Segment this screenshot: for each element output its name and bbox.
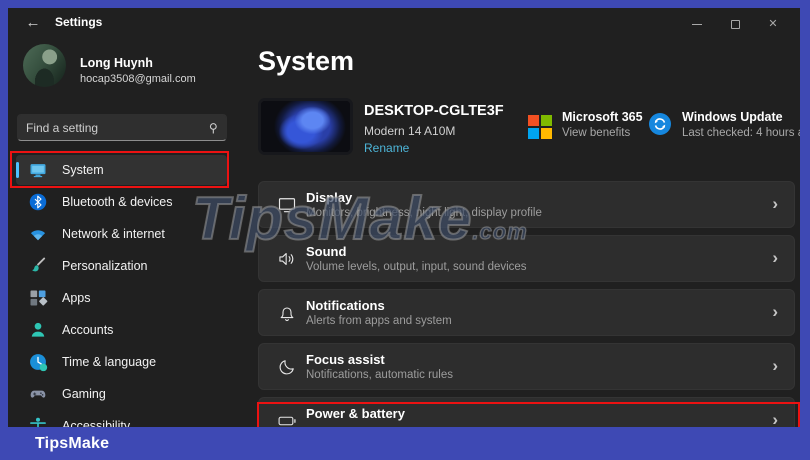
settings-card-sound[interactable]: Sound Volume levels, output, input, soun… — [258, 235, 795, 282]
maximize-icon — [730, 19, 740, 29]
device-thumbnail — [258, 98, 353, 155]
sidebar-item-label: Apps — [62, 291, 91, 305]
search-input[interactable]: Find a setting ⚲ — [17, 114, 227, 141]
microsoft-365-title: Microsoft 365 — [562, 110, 643, 124]
card-title: Sound — [306, 244, 347, 259]
sidebar-item-label: Bluetooth & devices — [62, 195, 173, 209]
bluetooth-icon — [28, 192, 48, 212]
chevron-right-icon: › — [772, 302, 778, 321]
system-icon — [28, 160, 48, 180]
card-title: Notifications — [306, 298, 385, 313]
window-controls: ✕ — [678, 12, 792, 36]
sidebar-item-accounts[interactable]: Accounts — [16, 315, 227, 345]
accessibility-icon — [28, 416, 48, 427]
view-benefits-link[interactable]: View benefits — [562, 127, 643, 139]
search-icon: ⚲ — [209, 120, 218, 135]
chevron-right-icon: › — [772, 194, 778, 213]
apps-icon — [28, 288, 48, 308]
card-title: Display — [306, 190, 353, 205]
close-icon: ✕ — [768, 17, 778, 30]
page-title: System — [258, 46, 355, 76]
windows-update-block[interactable]: Windows Update Last checked: 4 hours ago — [648, 110, 800, 139]
power-battery-icon — [277, 411, 297, 427]
sidebar-item-personalization[interactable]: Personalization — [16, 251, 227, 281]
sidebar-item-label: Time & language — [62, 355, 157, 369]
sidebar-item-label: Accounts — [62, 323, 114, 337]
notifications-icon — [277, 303, 297, 323]
card-subtitle: Alerts from apps and system — [306, 315, 452, 327]
sidebar-item-label: Gaming — [62, 387, 106, 401]
card-subtitle: Notifications, automatic rules — [306, 369, 454, 381]
chevron-right-icon: › — [772, 356, 778, 375]
sidebar-item-network-internet[interactable]: Network & internet — [16, 219, 227, 249]
focus-assist-icon — [277, 357, 297, 377]
titlebar: ← Settings ✕ — [8, 8, 800, 38]
settings-window: ← Settings ✕ Long Huynh hocap3508@gmail.… — [8, 8, 800, 427]
rename-link[interactable]: Rename — [364, 141, 409, 155]
sound-icon — [277, 249, 297, 269]
windows-update-status: Last checked: 4 hours ago — [682, 127, 800, 139]
gaming-icon — [28, 384, 48, 404]
maximize-button[interactable] — [716, 12, 754, 36]
avatar[interactable] — [23, 44, 66, 87]
minimize-button[interactable] — [678, 12, 716, 36]
settings-card-focus-assist[interactable]: Focus assist Notifications, automatic ru… — [258, 343, 795, 390]
sidebar-item-system[interactable]: System — [16, 155, 227, 185]
sidebar-nav: System Bluetooth & devices Network & int… — [16, 155, 227, 427]
settings-card-power-battery[interactable]: Power & battery › — [258, 397, 795, 427]
card-title: Focus assist — [306, 352, 385, 367]
card-title: Power & battery — [306, 406, 405, 421]
settings-card-list: Display Monitors, brightness, night ligh… — [258, 181, 795, 427]
window-title: Settings — [55, 15, 103, 29]
search-placeholder: Find a setting — [26, 120, 99, 135]
card-subtitle: Monitors, brightness, night light, displ… — [306, 207, 542, 219]
sidebar-item-label: Network & internet — [62, 227, 165, 241]
close-button[interactable]: ✕ — [754, 12, 792, 36]
card-subtitle: Volume levels, output, input, sound devi… — [306, 261, 527, 273]
footer-bar: TipsMake — [0, 427, 810, 460]
device-name: DESKTOP-CGLTE3F — [364, 103, 504, 119]
network-icon — [28, 224, 48, 244]
sidebar-item-bluetooth-devices[interactable]: Bluetooth & devices — [16, 187, 227, 217]
chevron-right-icon: › — [772, 248, 778, 267]
sidebar-item-time-language[interactable]: Time & language — [16, 347, 227, 377]
sidebar-item-gaming[interactable]: Gaming — [16, 379, 227, 409]
settings-card-display[interactable]: Display Monitors, brightness, night ligh… — [258, 181, 795, 228]
user-email: hocap3508@gmail.com — [80, 73, 196, 85]
sidebar-item-label: Accessibility — [62, 419, 131, 427]
bloom-wallpaper — [261, 101, 350, 152]
sidebar-item-label: Personalization — [62, 259, 148, 273]
chevron-right-icon: › — [772, 410, 778, 427]
user-name: Long Huynh — [80, 56, 153, 70]
back-icon[interactable]: ← — [22, 13, 44, 33]
accounts-icon — [28, 320, 48, 340]
sidebar-item-accessibility[interactable]: Accessibility — [16, 411, 227, 427]
personalization-icon — [28, 256, 48, 276]
windows-update-title: Windows Update — [682, 110, 783, 124]
sidebar-item-label: System — [62, 163, 104, 177]
windows-update-icon — [648, 112, 672, 136]
microsoft-logo-icon — [528, 112, 552, 139]
device-model: Modern 14 A10M — [364, 124, 456, 138]
time-language-icon — [28, 352, 48, 372]
sidebar-item-apps[interactable]: Apps — [16, 283, 227, 313]
footer-brand: TipsMake — [35, 434, 110, 452]
microsoft-365-block[interactable]: Microsoft 365 View benefits — [528, 110, 643, 139]
minimize-icon — [692, 23, 702, 25]
settings-card-notifications[interactable]: Notifications Alerts from apps and syste… — [258, 289, 795, 336]
display-icon — [277, 195, 297, 215]
